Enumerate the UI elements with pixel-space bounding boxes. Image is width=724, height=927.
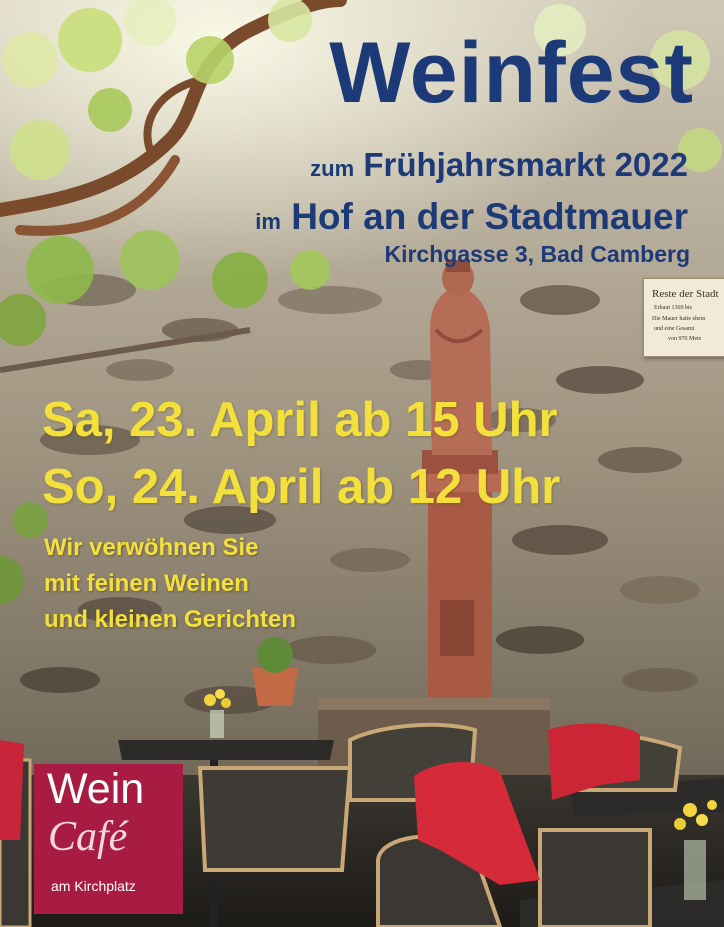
logo-place-text: am Kirchplatz bbox=[51, 878, 136, 894]
address-text: Kirchgasse 3, Bad Camberg bbox=[384, 241, 690, 267]
flower-pot bbox=[252, 637, 298, 706]
plaque-line: von 970 Mete bbox=[668, 336, 702, 342]
wall-plaque: Reste der Stadt Erbaut 1369 bis Die Maue… bbox=[643, 278, 724, 357]
plaque-line: Die Mauer hatte ehem bbox=[652, 316, 706, 322]
date-saturday: Sa, 23. April ab 15 Uhr bbox=[42, 393, 558, 447]
location-line: im Hof an der Stadtmauer bbox=[255, 198, 688, 235]
location-prefix: im bbox=[255, 209, 281, 234]
market-prefix: zum bbox=[310, 156, 355, 181]
plaque-line: Erbaut 1369 bis bbox=[654, 305, 692, 311]
market-line: zum Frühjahrsmarkt 2022 bbox=[310, 148, 688, 181]
event-title: Weinfest bbox=[329, 25, 694, 121]
logo-cafe-text: Café bbox=[48, 814, 128, 860]
plaque-line: und eine Gesamt bbox=[654, 326, 695, 332]
market-name: Frühjahrsmarkt 2022 bbox=[363, 146, 688, 183]
tagline-line: Wir verwöhnen Sie bbox=[44, 534, 259, 561]
plaque-heading: Reste der Stadt bbox=[652, 288, 719, 300]
wein-cafe-logo: Wein Café am Kirchplatz bbox=[34, 764, 183, 914]
date-sunday: So, 24. April ab 12 Uhr bbox=[42, 460, 561, 514]
logo-wein-text: Wein bbox=[47, 765, 145, 813]
location-name: Hof an der Stadtmauer bbox=[291, 196, 688, 237]
tagline-line: mit feinen Weinen bbox=[44, 570, 249, 597]
tagline-line: und kleinen Gerichten bbox=[44, 606, 297, 633]
weinfest-poster: Weinfest zum Frühjahrsmarkt 2022 im Hof … bbox=[0, 0, 724, 927]
